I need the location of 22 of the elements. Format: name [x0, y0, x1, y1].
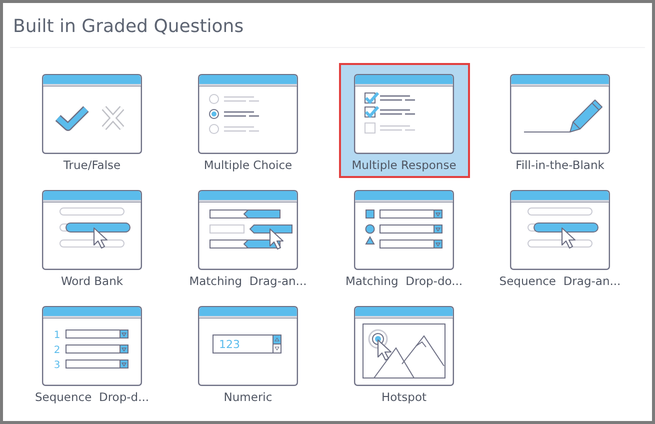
question-type-tile[interactable]: Sequence Drag-an...	[494, 179, 626, 294]
question-type-tile[interactable]: Multiple Response	[338, 63, 470, 178]
drag-pill-icon	[42, 190, 142, 270]
drag-pill-icon	[510, 190, 610, 270]
question-type-tile[interactable]: Word Bank	[26, 179, 158, 294]
radio-list-icon	[198, 74, 298, 154]
drag-match-bars-icon	[198, 190, 298, 270]
question-type-tile[interactable]: Matching Drag-an...	[182, 179, 314, 294]
shape-dropdowns-icon	[354, 190, 454, 270]
question-type-tile[interactable]: Multiple Choice	[182, 63, 314, 178]
question-type-tile[interactable]: Hotspot	[338, 295, 470, 410]
question-type-tile[interactable]: Fill-in-the-Blank	[494, 63, 626, 178]
question-type-tile[interactable]: 1 2 3 Sequence Drop-d...	[26, 295, 158, 410]
number-spinner-icon: 123	[198, 306, 298, 386]
question-type-tile[interactable]: 123 Numeric	[182, 295, 314, 410]
question-type-tile[interactable]: True/False	[26, 63, 158, 178]
image-hotspot-icon	[354, 306, 454, 386]
checkbox-list-icon	[354, 74, 454, 154]
numbered-dropdowns-icon: 1 2 3	[42, 306, 142, 386]
question-type-tile[interactable]: Matching Drop-do...	[338, 179, 470, 294]
panel-title: Built in Graded Questions	[12, 15, 245, 39]
check-and-cross-icon	[42, 74, 142, 154]
